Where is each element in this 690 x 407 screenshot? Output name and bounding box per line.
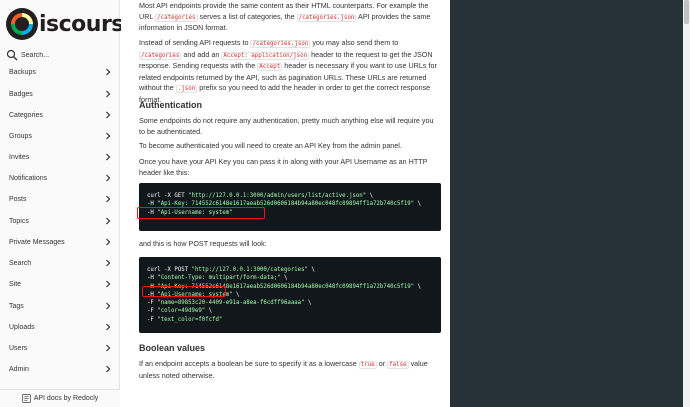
inline-code: /categories	[139, 51, 182, 60]
chevron-right-icon	[106, 238, 111, 246]
sidebar-item-label: Search	[9, 259, 32, 267]
sidebar-item-label: Notifications	[9, 174, 48, 182]
redocly-icon	[21, 394, 31, 403]
chevron-right-icon	[106, 302, 111, 310]
inline-code: true	[358, 361, 377, 369]
sidebar-item-label: Site	[9, 280, 22, 288]
sidebar-item-users[interactable]: Users	[0, 338, 120, 358]
chevron-right-icon	[106, 90, 111, 98]
sidebar-item-label: Categories	[9, 111, 43, 119]
highlight-box	[142, 286, 226, 297]
sidebar: iscourse Backups Badges Categories Groups In…	[0, 0, 139, 407]
redocly-credit[interactable]: API docs by Redocly	[0, 389, 120, 407]
sidebar-item-admin[interactable]: Admin	[0, 359, 120, 379]
code-line: -H "Content-Type: multipart/form-data;" …	[147, 275, 288, 282]
inline-code: Accept: application/json	[221, 51, 310, 60]
inline-code: .json	[175, 85, 198, 93]
inline-code: /categories.json	[296, 13, 357, 22]
inline-code: Accept	[257, 63, 283, 71]
sidebar-item-search[interactable]: Search	[0, 253, 120, 273]
chevron-right-icon	[106, 323, 111, 331]
sidebar-item-label: Topics	[9, 217, 29, 225]
post-paragraph: and this is how POST requests will look:	[139, 239, 267, 248]
sidebar-item-label: Backups	[9, 68, 36, 76]
accept-header-paragraph: Instead of sending API requests to /cate…	[139, 38, 437, 104]
search-box[interactable]	[6, 48, 114, 62]
api-key-paragraph: To become authenticated you will need to…	[139, 141, 402, 150]
highlight-box	[137, 207, 265, 219]
scrollbar-thumb[interactable]	[684, 0, 689, 24]
chevron-right-icon	[106, 68, 111, 76]
header-paragraph: Once you have your API Key you can pass …	[139, 157, 428, 177]
sidebar-item-badges[interactable]: Badges	[0, 84, 120, 104]
sidebar-item-private-messages[interactable]: Private Messages	[0, 232, 120, 252]
code-line: -F "name=89853c20-4409-e91a-a8ea-f6cdff9…	[147, 300, 312, 307]
footer-label: API docs by Redocly	[33, 395, 99, 402]
search-icon	[6, 49, 18, 61]
chevron-right-icon	[106, 132, 111, 140]
sidebar-item-label: Uploads	[9, 323, 35, 331]
sidebar-item-notifications[interactable]: Notifications	[0, 168, 120, 188]
chevron-right-icon	[106, 280, 111, 288]
chevron-right-icon	[106, 195, 111, 203]
sidebar-item-backups[interactable]: Backups	[0, 62, 120, 82]
discourse-logo-icon	[6, 8, 38, 40]
discourse-logo[interactable]: iscourse	[6, 6, 139, 42]
sidebar-item-label: Users	[9, 344, 28, 352]
chevron-right-icon	[106, 174, 111, 182]
chevron-right-icon	[106, 111, 111, 119]
sidebar-item-site[interactable]: Site	[0, 274, 120, 294]
boolean-paragraph: If an endpoint accepts a boolean be sure…	[139, 359, 428, 380]
sidebar-item-posts[interactable]: Posts	[0, 189, 120, 209]
inline-code: false	[387, 361, 409, 369]
sidebar-item-label: Badges	[9, 90, 33, 98]
chevron-right-icon	[106, 259, 111, 267]
sidebar-item-categories[interactable]: Categories	[0, 105, 120, 125]
sidebar-item-label: Admin	[9, 365, 29, 373]
sidebar-item-label: Tags	[9, 302, 24, 310]
chevron-right-icon	[106, 344, 111, 352]
sidebar-item-label: Posts	[9, 195, 27, 203]
sidebar-item-tags[interactable]: Tags	[0, 296, 120, 316]
sidebar-item-label: Invites	[9, 153, 30, 161]
code-line: curl -X GET "http://127.0.0.1:3000/admin…	[147, 193, 374, 199]
scrollbar[interactable]	[683, 0, 690, 407]
code-line: -F "text_color=f0fcfd"	[147, 316, 223, 323]
chevron-right-icon	[106, 365, 111, 373]
sidebar-item-label: Private Messages	[9, 238, 65, 246]
authentication-heading: Authentication	[139, 100, 202, 110]
search-input[interactable]	[21, 51, 111, 59]
sidebar-item-label: Groups	[9, 132, 32, 140]
boolean-values-heading: Boolean values	[139, 343, 206, 353]
code-line: curl -X POST "http://127.0.0.1:3000/cate…	[147, 267, 315, 273]
sidebar-item-invites[interactable]: Invites	[0, 147, 120, 167]
auth-paragraph: Some endpoints do not require any authen…	[139, 116, 434, 136]
chevron-right-icon	[106, 217, 111, 225]
chevron-right-icon	[106, 153, 111, 161]
inline-code: /categories.json	[250, 40, 311, 48]
inline-code: /categories	[155, 13, 198, 22]
main-content: Most API endpoints provide the same cont…	[121, 0, 450, 407]
sidebar-item-uploads[interactable]: Uploads	[0, 317, 120, 337]
intro-paragraph: Most API endpoints provide the same cont…	[139, 1, 431, 32]
sidebar-item-groups[interactable]: Groups	[0, 126, 120, 146]
code-line: -F "color=49d9e9" \	[147, 308, 213, 315]
right-panel	[450, 0, 690, 407]
sidebar-item-topics[interactable]: Topics	[0, 211, 120, 231]
